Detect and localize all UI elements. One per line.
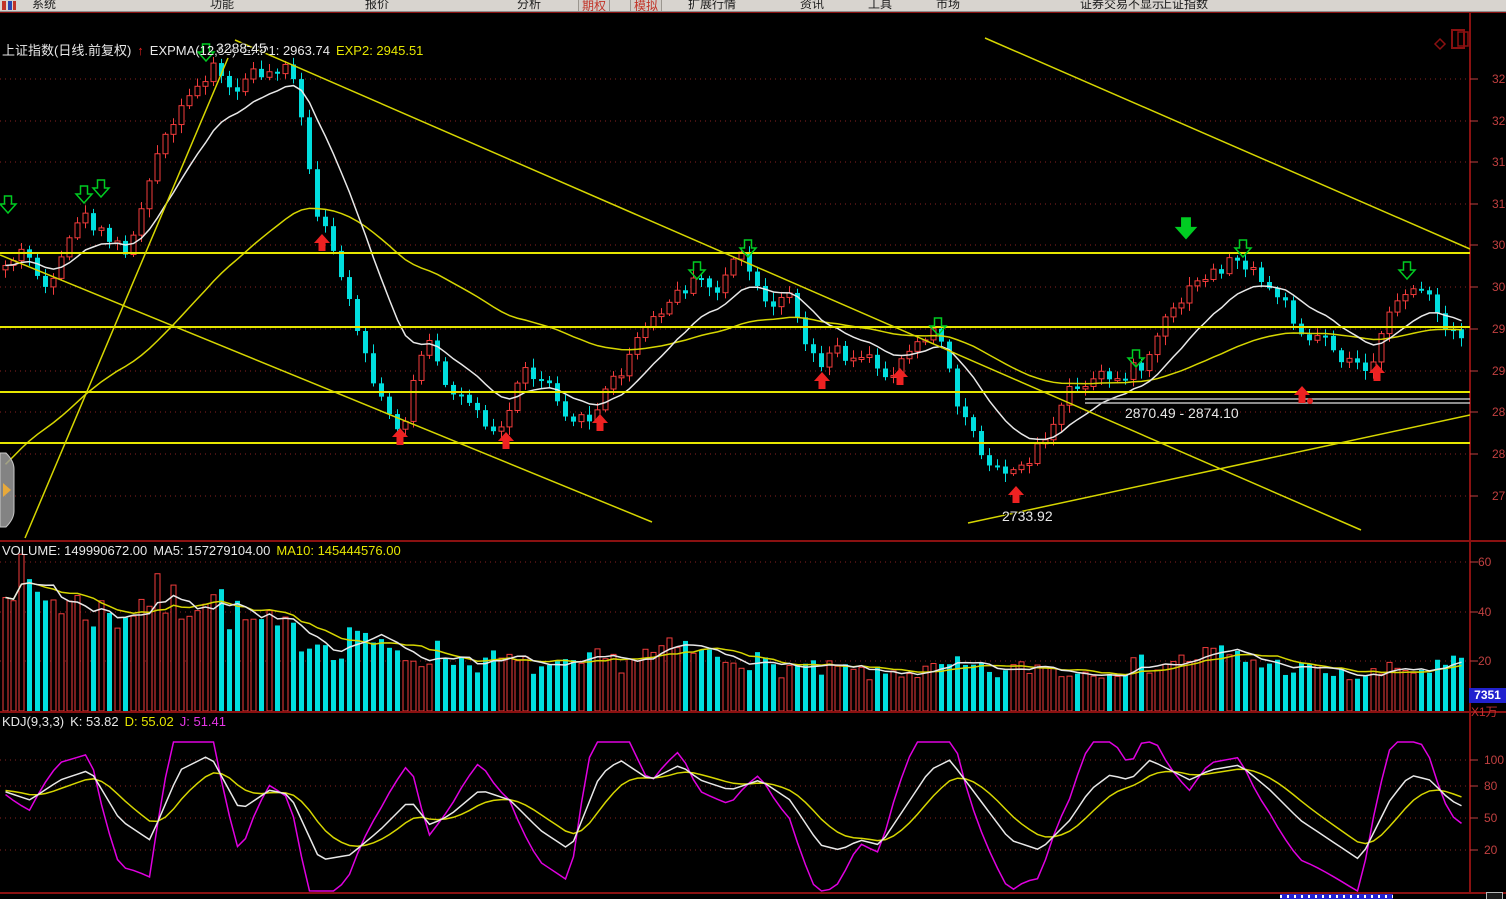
menu-item-8[interactable]: 工具 bbox=[868, 0, 892, 12]
volume-ma10-value: MA10: 145444576.00 bbox=[276, 543, 400, 558]
menu-item-7[interactable]: 资讯 bbox=[800, 0, 824, 12]
trading-app-window: 系统 功能 报价 分析 期权 模拟 扩展行情 资讯 工具 市场 证券交易不显示上证指数 上证指数(日… bbox=[0, 0, 1506, 899]
menu-item-4[interactable]: 期权 bbox=[578, 0, 610, 12]
horizontal-levels[interactable] bbox=[0, 253, 1470, 443]
candlesticks bbox=[3, 57, 1464, 482]
kdj-j-value: J: 51.41 bbox=[180, 714, 226, 729]
price-axis-label-10: 2750 bbox=[1492, 489, 1506, 503]
kdj-axis-label-2: 50 bbox=[1484, 811, 1497, 825]
price-annotation-0: 3288.45 bbox=[216, 40, 267, 56]
symbol-label: 上证指数(日线.前复权) bbox=[2, 43, 131, 58]
kdj-lines bbox=[6, 742, 1462, 891]
menu-item-9[interactable]: 市场 bbox=[936, 0, 960, 12]
kdj-d-value: D: 55.02 bbox=[125, 714, 174, 729]
menu-item-5[interactable]: 模拟 bbox=[630, 0, 662, 12]
left-flyout-tab[interactable] bbox=[0, 453, 14, 527]
sell-arrow-icon bbox=[689, 262, 705, 279]
volume-bars bbox=[3, 554, 1464, 711]
kdj-axis-label-1: 80 bbox=[1484, 779, 1497, 793]
price-axis-label-8: 2850 bbox=[1492, 405, 1506, 419]
sell-arrow-icon bbox=[1176, 218, 1195, 238]
price-grid bbox=[0, 79, 1478, 496]
volume-axis-label-2: 20 bbox=[1478, 654, 1491, 668]
sell-arrow-icon bbox=[76, 186, 92, 203]
price-axis-label-5: 3000 bbox=[1492, 280, 1506, 294]
price-axis-label-9: 2800 bbox=[1492, 447, 1506, 461]
signal-arrows bbox=[0, 44, 1415, 503]
price-annotation-2: 2733.92 bbox=[1002, 508, 1053, 524]
charts-canvas[interactable] bbox=[0, 0, 1506, 899]
volume-title: VOLUME: 149990672.00 MA5: 157279104.00 MA1… bbox=[2, 543, 407, 558]
up-arrow-icon: ↑ bbox=[137, 43, 144, 58]
price-axis-label-1: 3200 bbox=[1492, 114, 1506, 128]
price-axis-label-0: 3250 bbox=[1492, 72, 1506, 86]
kdj-axis-label-3: 20 bbox=[1484, 843, 1497, 857]
menu-item-1[interactable]: 功能 bbox=[210, 0, 234, 12]
kdj-title: KDJ(9,3,3) K: 53.82 D: 55.02 J: 51.41 bbox=[2, 714, 232, 729]
price-axis-label-2: 3150 bbox=[1492, 155, 1506, 169]
menu-item-0[interactable]: 系统 bbox=[32, 0, 56, 12]
price-annotation-1: 2870.49 - 2874.10 bbox=[1125, 405, 1239, 421]
pane-corner-icons[interactable] bbox=[1435, 30, 1468, 49]
selected-date-badge bbox=[1280, 894, 1393, 899]
volume-axis-label-1: 40 bbox=[1478, 605, 1491, 619]
menu-right-item-0[interactable]: 证券交易不显示 bbox=[1080, 0, 1164, 12]
menu-item-2[interactable]: 报价 bbox=[365, 0, 389, 12]
sell-arrow-icon bbox=[0, 196, 16, 213]
menu-item-3[interactable]: 分析 bbox=[517, 0, 541, 12]
sell-arrow-icon bbox=[1399, 262, 1415, 279]
sell-arrow-icon bbox=[1235, 240, 1251, 257]
price-axis-label-4: 3050 bbox=[1492, 238, 1506, 252]
buy-arrow-icon bbox=[814, 372, 830, 389]
buy-arrow-icon bbox=[498, 432, 514, 449]
exp2-value: EXP2: 2945.51 bbox=[336, 43, 423, 58]
menu-right-item-1[interactable]: 上证指数 bbox=[1160, 0, 1208, 12]
menu-item-6[interactable]: 扩展行情 bbox=[688, 0, 736, 12]
corner-resize-box[interactable] bbox=[1486, 892, 1503, 899]
buy-arrow-icon bbox=[1008, 486, 1024, 503]
volume-axis-label-0: 60 bbox=[1478, 555, 1491, 569]
price-axis-label-3: 3100 bbox=[1492, 197, 1506, 211]
price-axis-label-7: 2900 bbox=[1492, 364, 1506, 378]
last-volume-badge: 7351 bbox=[1469, 688, 1506, 703]
buy-arrow-icon bbox=[314, 234, 330, 251]
gap-lines bbox=[1085, 398, 1470, 404]
menu-bar: 系统 功能 报价 分析 期权 模拟 扩展行情 资讯 工具 市场 证券交易不显示上证指数 bbox=[0, 0, 1506, 12]
kdj-axis-label-0: 100 bbox=[1484, 753, 1504, 767]
volume-unit-label: X1万 bbox=[1471, 703, 1498, 720]
app-logo-icon[interactable] bbox=[2, 1, 16, 10]
diamond-icon bbox=[1435, 39, 1445, 49]
volume-ma5-value: MA5: 157279104.00 bbox=[153, 543, 270, 558]
buy-arrow-icon bbox=[592, 414, 608, 431]
kdj-k-value: K: 53.82 bbox=[70, 714, 118, 729]
sell-arrow-icon bbox=[93, 180, 109, 197]
price-axis-label-6: 2950 bbox=[1492, 322, 1506, 336]
pane-borders bbox=[0, 12, 1506, 893]
volume-value: VOLUME: 149990672.00 bbox=[2, 543, 147, 558]
kdj-name: KDJ(9,3,3) bbox=[2, 714, 64, 729]
